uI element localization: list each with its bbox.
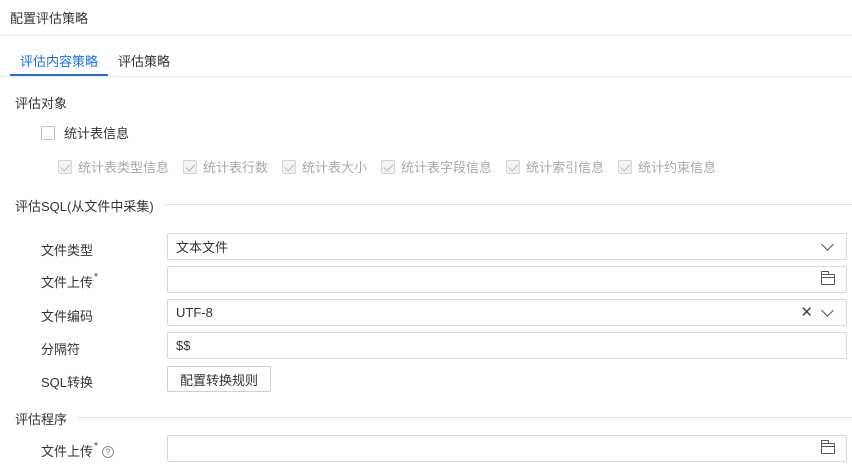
section-target-title: 评估对象: [15, 96, 68, 111]
stats-sub-label: 统计表行数: [203, 160, 269, 175]
section-sql-divider: [164, 204, 852, 205]
file-upload-label-text: 文件上传: [41, 275, 94, 290]
stats-sub-label: 统计表类型信息: [78, 160, 170, 175]
stats-sub-checkboxes: 统计表类型信息 统计表行数 统计表大小 统计表字段信息 统计索引信息 统计约束信…: [58, 157, 730, 176]
section-sql: 评估SQL(从文件中采集): [15, 196, 154, 215]
tabs-divider: [0, 76, 852, 77]
stats-sub-item[interactable]: 统计索引信息: [506, 157, 604, 176]
stats-main-checkbox-row[interactable]: 统计表信息: [41, 123, 129, 142]
stats-main-checkbox[interactable]: [41, 125, 55, 140]
configure-conversion-rules-button[interactable]: 配置转换规则: [167, 366, 272, 392]
delimiter-value: $$: [176, 338, 191, 353]
program-file-upload-field[interactable]: [167, 435, 847, 462]
required-mark: *: [94, 441, 98, 452]
stats-sub-item[interactable]: 统计表大小: [282, 157, 367, 176]
program-file-upload-label-text: 文件上传: [41, 444, 94, 459]
delimiter-label: 分隔符: [41, 342, 81, 357]
section-program-title: 评估程序: [15, 412, 68, 427]
checkbox-checked-disabled[interactable]: [183, 159, 198, 174]
required-mark: *: [94, 272, 98, 283]
section-program: 评估程序: [15, 409, 67, 428]
sql-convert-label: SQL转换: [41, 375, 94, 390]
checkbox-checked-disabled[interactable]: [618, 159, 633, 174]
stats-sub-label: 统计约束信息: [638, 160, 717, 175]
page-title: 配置评估策略: [10, 11, 89, 26]
file-upload-label: 文件上传*: [41, 272, 98, 291]
stats-sub-label: 统计索引信息: [526, 160, 605, 175]
folder-icon[interactable]: [820, 440, 835, 454]
encoding-select[interactable]: UTF-8 ✕: [167, 299, 847, 326]
stats-sub-item[interactable]: 统计表类型信息: [58, 157, 169, 176]
section-sql-title: 评估SQL(从文件中采集): [15, 199, 154, 214]
delimiter-input[interactable]: $$: [167, 332, 847, 359]
section-program-divider: [76, 417, 852, 418]
stats-main-label: 统计表信息: [64, 126, 130, 141]
stats-sub-item[interactable]: 统计表字段信息: [381, 157, 492, 176]
checkbox-checked-disabled[interactable]: [381, 159, 396, 174]
file-type-select[interactable]: 文本文件: [167, 233, 847, 260]
checkbox-checked-disabled[interactable]: [58, 159, 72, 174]
file-upload-field[interactable]: [167, 266, 847, 293]
stats-sub-label: 统计表大小: [302, 160, 368, 175]
stats-sub-item[interactable]: 统计约束信息: [618, 157, 716, 176]
checkbox-checked-disabled[interactable]: [506, 159, 521, 174]
help-icon[interactable]: ?: [101, 446, 114, 458]
program-file-upload-label: 文件上传*?: [41, 441, 114, 460]
stats-sub-label: 统计表字段信息: [401, 160, 493, 175]
chevron-down-icon[interactable]: [821, 238, 834, 251]
section-target-divider: [76, 101, 852, 102]
tab-bar: 评估内容策略 评估策略: [10, 44, 180, 76]
folder-icon[interactable]: [820, 271, 835, 285]
tab-strategy[interactable]: 评估策略: [108, 44, 180, 76]
section-target: 评估对象: [15, 93, 67, 112]
chevron-down-icon[interactable]: [821, 304, 834, 317]
encoding-value: UTF-8: [176, 305, 213, 320]
title-divider: [0, 35, 852, 36]
tab-content-strategy[interactable]: 评估内容策略: [10, 44, 109, 76]
stats-sub-item[interactable]: 统计表行数: [183, 157, 268, 176]
encoding-label: 文件编码: [41, 309, 94, 324]
checkbox-checked-disabled[interactable]: [282, 159, 297, 174]
file-type-label: 文件类型: [41, 243, 94, 258]
clear-icon[interactable]: ✕: [800, 305, 813, 320]
file-type-value: 文本文件: [176, 240, 229, 255]
